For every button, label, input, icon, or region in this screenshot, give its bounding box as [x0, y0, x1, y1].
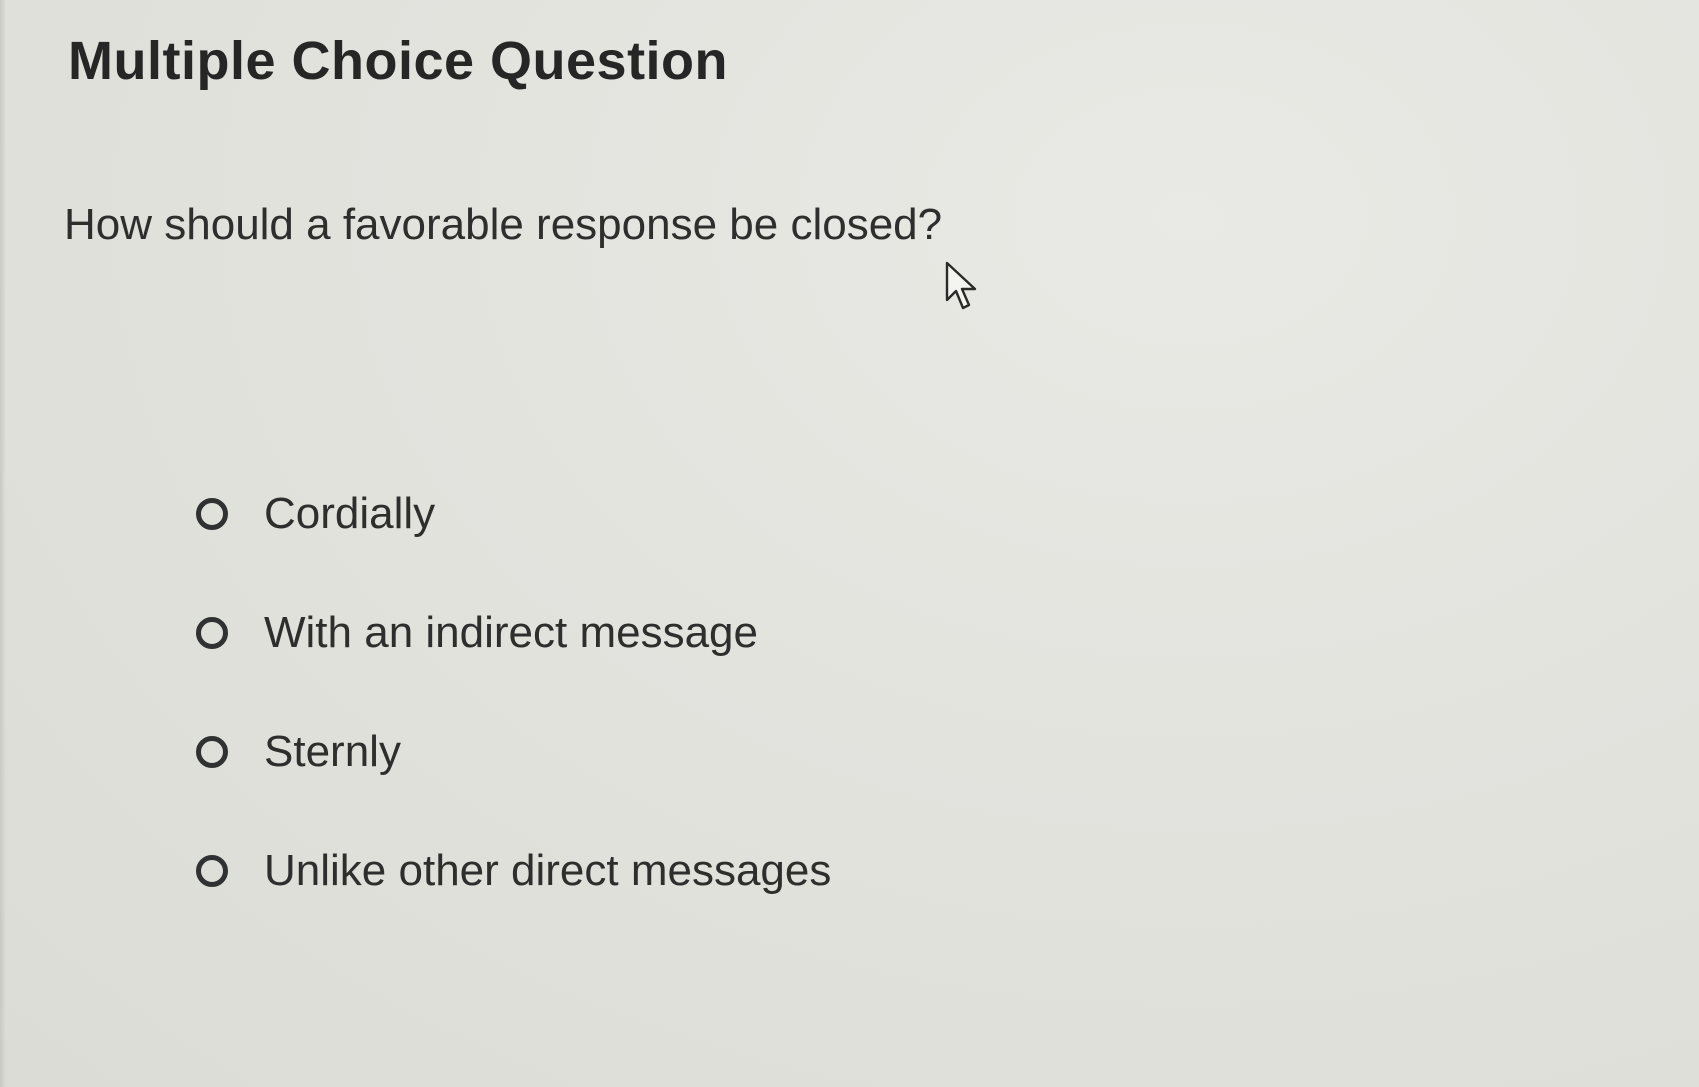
arrow-pointer-icon: [945, 261, 977, 310]
radio-button-icon[interactable]: [196, 736, 228, 768]
option-indirect-message[interactable]: With an indirect message: [196, 603, 831, 663]
page-title: Multiple Choice Question: [68, 31, 729, 91]
option-sternly[interactable]: Sternly: [196, 722, 831, 782]
radio-button-icon[interactable]: [196, 617, 228, 649]
option-cordially[interactable]: Cordially: [196, 484, 831, 544]
radio-button-icon[interactable]: [196, 855, 228, 887]
screen-edge: [0, 0, 6, 1087]
radio-button-icon[interactable]: [196, 498, 228, 530]
option-label[interactable]: Sternly: [264, 727, 401, 777]
option-label[interactable]: Cordially: [264, 489, 435, 539]
option-unlike-direct-messages[interactable]: Unlike other direct messages: [196, 841, 831, 901]
option-label[interactable]: Unlike other direct messages: [264, 846, 831, 896]
option-label[interactable]: With an indirect message: [264, 608, 758, 658]
question-text: How should a favorable response be close…: [64, 200, 943, 249]
answer-options: Cordially With an indirect message Stern…: [196, 484, 831, 960]
